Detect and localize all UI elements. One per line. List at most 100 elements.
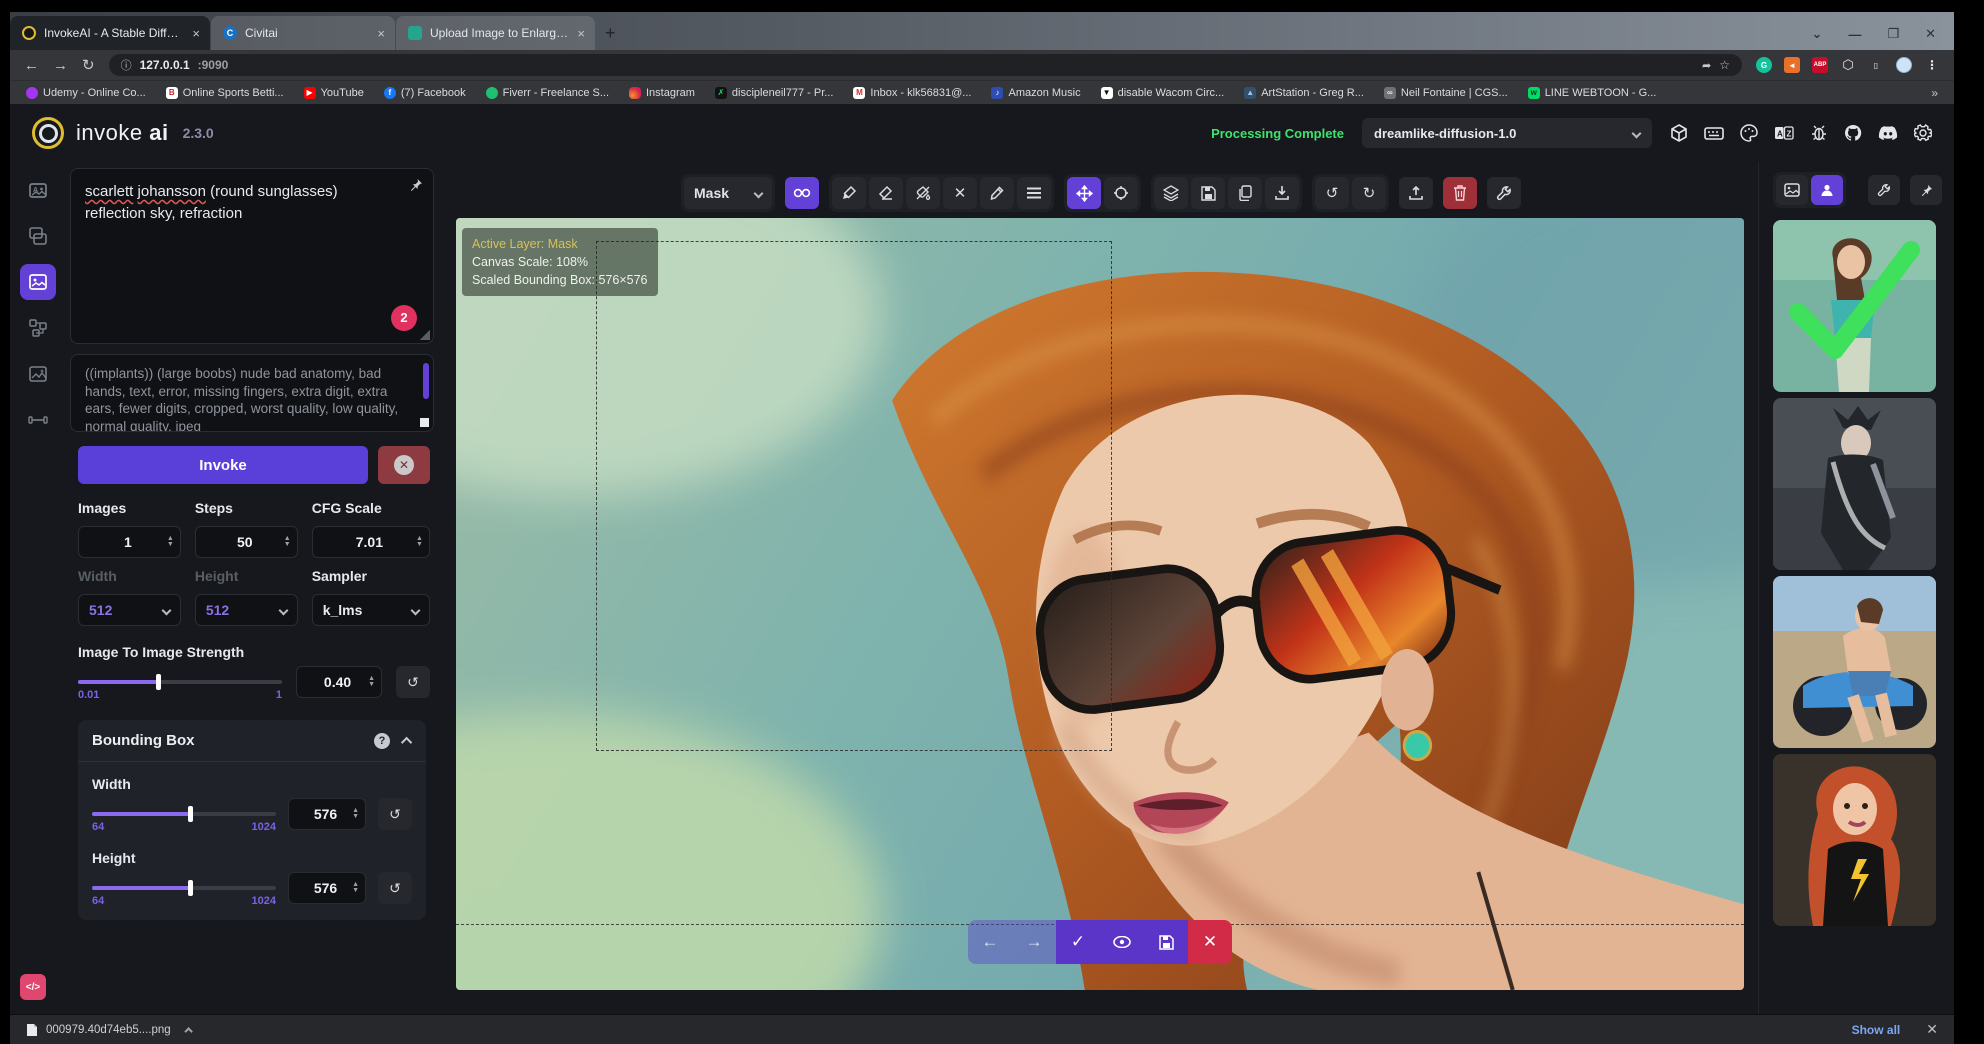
invoke-button[interactable]: Invoke <box>78 446 368 484</box>
console-toggle-button[interactable]: </> <box>20 974 46 1000</box>
downloads-close-icon[interactable]: ✕ <box>1926 1021 1938 1038</box>
tab-text-to-image[interactable]: A <box>20 172 56 208</box>
accept-image-button[interactable]: ✓ <box>1056 920 1100 964</box>
tab-civitai[interactable]: C Civitai × <box>210 16 395 50</box>
hotkeys-keyboard-icon[interactable] <box>1704 125 1724 141</box>
speaker-extension-icon[interactable]: ◄ <box>1784 57 1800 73</box>
bookmark-item[interactable]: ∞Neil Fontaine | CGS... <box>1384 87 1508 99</box>
new-tab-button[interactable]: + <box>605 23 616 44</box>
share-icon[interactable]: ➦ <box>1702 59 1711 72</box>
bookmark-item[interactable]: Instagram <box>629 87 695 99</box>
download-image-icon[interactable] <box>1265 177 1299 209</box>
eraser-tool-icon[interactable] <box>869 177 903 209</box>
bbox-width-reset-button[interactable]: ↺ <box>378 798 412 830</box>
stepper-icons[interactable]: ▲▼ <box>416 536 423 548</box>
brush-tool-icon[interactable] <box>832 177 866 209</box>
show-hide-image-button[interactable] <box>1100 920 1144 964</box>
stepper-icons[interactable]: ▲▼ <box>368 676 375 688</box>
bookmark-item[interactable]: Udemy - Online Co... <box>26 87 146 99</box>
profile-avatar[interactable] <box>1896 57 1912 73</box>
bookmark-item[interactable]: ▶YouTube <box>304 87 364 99</box>
bookmark-item[interactable]: ▼disable Wacom Circ... <box>1101 87 1225 99</box>
bbox-height-reset-button[interactable]: ↺ <box>378 872 412 904</box>
tab-image-to-image[interactable] <box>20 218 56 254</box>
site-info-icon[interactable]: ⓘ <box>121 57 132 73</box>
undo-icon[interactable]: ↺ <box>1315 177 1349 209</box>
tab-search-icon[interactable]: ⌄ <box>1812 26 1823 42</box>
color-picker-icon[interactable] <box>980 177 1014 209</box>
merge-layers-icon[interactable] <box>1154 177 1188 209</box>
brush-options-icon[interactable] <box>1017 177 1051 209</box>
grammarly-extension-icon[interactable]: G <box>1756 57 1772 73</box>
scrollbar-thumb[interactable] <box>423 363 429 399</box>
bookmark-item[interactable]: Fiverr - Freelance S... <box>486 87 609 99</box>
settings-gear-icon[interactable] <box>1914 124 1932 142</box>
discord-icon[interactable] <box>1878 125 1898 141</box>
language-icon[interactable]: AZ <box>1774 125 1794 141</box>
show-all-downloads-link[interactable]: Show all <box>1852 1023 1901 1037</box>
fill-eraser-icon[interactable] <box>906 177 940 209</box>
bounding-box-header[interactable]: Bounding Box ? <box>78 720 426 762</box>
back-button[interactable]: ← <box>24 57 39 74</box>
height-select[interactable]: 512 <box>195 594 298 626</box>
restore-button[interactable]: ❐ <box>1887 26 1899 42</box>
slider-handle[interactable] <box>188 880 193 896</box>
tab-close-icon[interactable]: × <box>577 26 585 41</box>
collapse-chevron-icon[interactable] <box>401 736 412 747</box>
bookmark-star-icon[interactable]: ☆ <box>1719 58 1730 72</box>
save-staging-button[interactable] <box>1144 920 1188 964</box>
upload-image-icon[interactable] <box>1399 177 1433 209</box>
canvas-settings-wrench-icon[interactable] <box>1487 177 1521 209</box>
tab-unified-canvas[interactable] <box>20 264 56 300</box>
gallery-thumbnail[interactable] <box>1773 754 1936 926</box>
pin-icon[interactable] <box>409 177 423 199</box>
resize-grip[interactable] <box>420 418 429 427</box>
bookmark-item[interactable]: f(7) Facebook <box>384 87 466 99</box>
bbox-height-slider[interactable]: 64 1024 <box>92 875 276 901</box>
gallery-settings-wrench-icon[interactable] <box>1868 175 1900 205</box>
gallery-thumbnail-selected[interactable] <box>1773 220 1936 392</box>
redo-icon[interactable]: ↻ <box>1352 177 1386 209</box>
next-image-button[interactable]: → <box>1012 920 1056 964</box>
clear-mask-icon[interactable]: ✕ <box>943 177 977 209</box>
slider-handle[interactable] <box>156 674 161 690</box>
bookmarks-overflow-chevron[interactable]: » <box>1931 86 1938 100</box>
clear-canvas-trash-icon[interactable] <box>1443 177 1477 209</box>
tab-close-icon[interactable]: × <box>377 26 385 41</box>
images-input[interactable]: 1▲▼ <box>78 526 181 558</box>
model-select[interactable]: dreamlike-diffusion-1.0 <box>1362 118 1652 148</box>
bookmark-item[interactable]: ▲ArtStation - Greg R... <box>1244 87 1364 99</box>
download-menu-chevron[interactable] <box>184 1027 192 1035</box>
negative-prompt-input[interactable]: ((implants)) (large boobs) nude bad anat… <box>70 354 434 432</box>
copy-to-clipboard-icon[interactable] <box>1228 177 1262 209</box>
resize-grip[interactable] <box>420 330 430 340</box>
bounding-box-outline[interactable] <box>596 241 1111 751</box>
strength-slider[interactable]: 0.01 1 <box>78 669 282 695</box>
stepper-icons[interactable]: ▲▼ <box>352 882 359 894</box>
side-panel-icon[interactable]: ▯ <box>1868 57 1884 73</box>
report-bug-icon[interactable] <box>1810 124 1828 142</box>
discard-image-button[interactable]: ✕ <box>1188 920 1232 964</box>
tab-invokeai[interactable]: InvokeAI - A Stable Diffusion Too × <box>10 16 210 50</box>
url-input[interactable]: ⓘ 127.0.0.1 :9090 ➦ ☆ <box>109 54 1742 76</box>
layer-select[interactable]: Mask <box>684 177 772 209</box>
stepper-icons[interactable]: ▲▼ <box>284 536 291 548</box>
bookmark-item[interactable]: BOnline Sports Betti... <box>166 87 284 99</box>
tab-post-processing[interactable] <box>20 356 56 392</box>
extensions-puzzle-icon[interactable]: ⬡ <box>1840 57 1856 73</box>
window-close-button[interactable]: ✕ <box>1925 26 1936 42</box>
gallery-images-tab[interactable] <box>1776 175 1808 205</box>
gallery-pin-icon[interactable] <box>1910 175 1942 205</box>
prompt-input[interactable]: scarlett johansson (round sunglasses) re… <box>70 168 434 344</box>
forward-button[interactable]: → <box>53 57 68 74</box>
steps-input[interactable]: 50▲▼ <box>195 526 298 558</box>
width-select[interactable]: 512 <box>78 594 181 626</box>
menu-dots-icon[interactable]: ⋮ <box>1924 57 1940 73</box>
help-icon[interactable]: ? <box>374 733 390 749</box>
gallery-thumbnail[interactable] <box>1773 576 1936 748</box>
tab-close-icon[interactable]: × <box>192 26 200 41</box>
strength-reset-button[interactable]: ↺ <box>396 666 430 698</box>
slider-handle[interactable] <box>188 806 193 822</box>
cancel-button[interactable]: ✕ <box>378 446 430 484</box>
tab-nodes[interactable] <box>20 310 56 346</box>
